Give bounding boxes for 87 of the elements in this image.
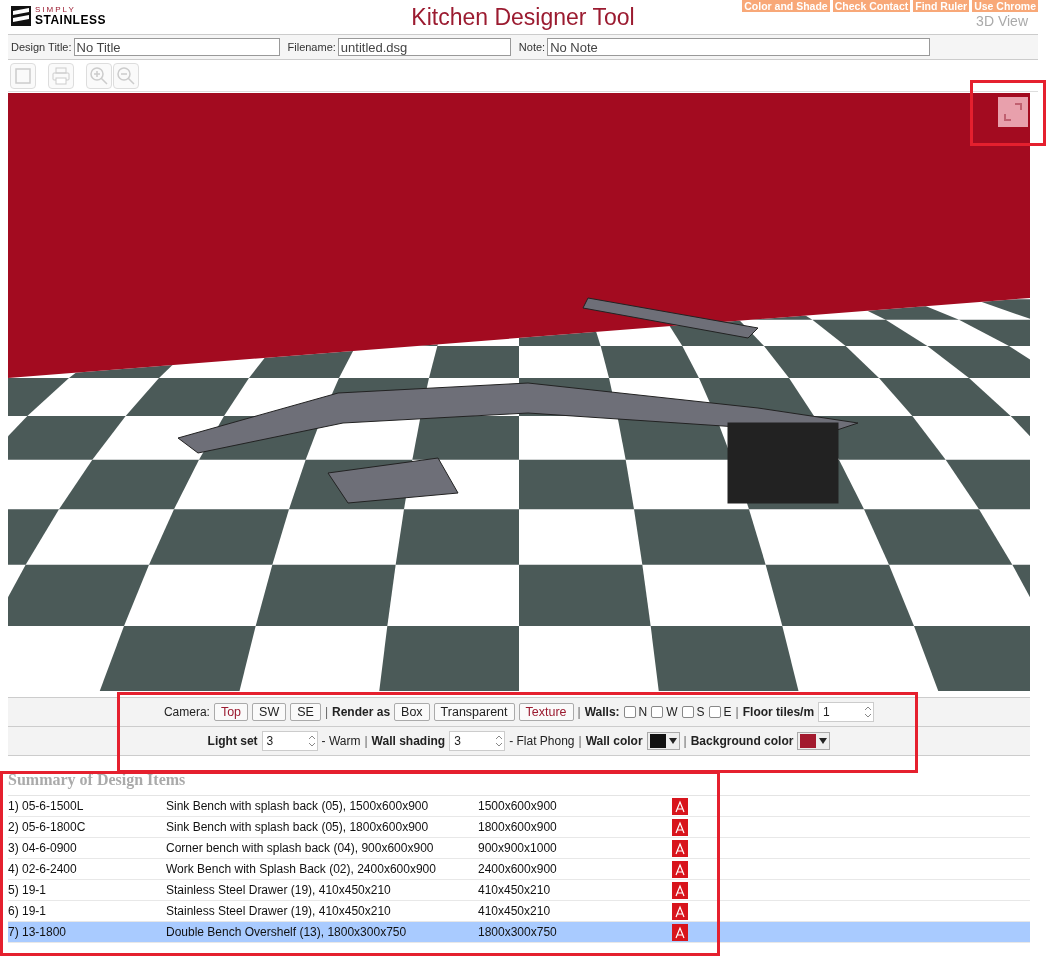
checkbox[interactable] [708,706,721,718]
table-cell-text: Stainless Steel Drawer (19), 410x450x210 [166,904,392,918]
table-row[interactable]: 3) 04-6-0900 Corner bench with splash back (04), 900x600x900 900x900x1000 [8,838,1030,859]
table-cell-text: 4) 02-6-2400 [8,862,78,876]
checkbox-label: N [638,705,648,719]
control-label: Camera: [163,705,210,719]
field-label: Note: [518,41,546,53]
logo-text: STAINLESS [35,14,106,26]
control-label: Light set [207,734,258,748]
text-field[interactable]: No Title [73,38,280,56]
expand-icon [998,97,1028,127]
table-cell-text: Double Bench Overshelf (13), 1800x300x750 [166,925,408,939]
control-label: Wall shading [371,734,446,748]
control-label: Background color [690,734,794,748]
table-cell-text: 1800x600x900 [478,820,558,834]
text-field[interactable]: No Note [547,38,931,56]
checkbox[interactable] [623,706,636,718]
separator: | [364,734,368,748]
text-field[interactable]: untitled.dsg [337,38,511,56]
table-cell-text: Work Bench with Splash Back (02), 2400x600x900 [166,862,437,876]
toggle-button[interactable]: Box [394,703,430,721]
spinner-arrows-icon [494,734,505,748]
separator: | [683,734,687,748]
table-cell-text: Sink Bench with splash back (05), 1800x600x900 [166,820,430,834]
table-cell-text: 5) 19-1 [8,883,48,897]
table-row[interactable]: 1) 05-6-1500L Sink Bench with splash back (05), 1500x600x900 1500x600x900 [8,796,1030,817]
toggle-button[interactable]: Top [213,703,249,721]
table-cell-text: 2400x600x900 [478,862,558,876]
spinner-arrows-icon [306,734,317,748]
checkbox[interactable] [681,706,694,718]
table-cell-text: Corner bench with splash back (04), 900x600x900 [166,841,435,855]
pdf-icon[interactable] [672,797,688,815]
table-cell-text: 1800x300x750 [478,925,558,939]
color-picker[interactable] [646,732,680,750]
logo-icon [11,6,31,26]
section-title: Summary of Design Items [8,771,1030,796]
toggle-button[interactable]: SE [290,703,321,721]
caret-icon [819,738,828,744]
number-field[interactable]: 3 [449,731,506,751]
checkbox-label: E [723,705,732,719]
control-label: Render as [332,705,391,719]
pdf-icon[interactable] [672,860,688,878]
number-field[interactable]: 3 [261,731,318,751]
number-field[interactable]: 1 [818,702,875,722]
color-picker[interactable] [797,732,831,750]
caret-icon [668,738,677,744]
checkbox-label: W [666,705,678,719]
separator: | [577,705,581,719]
separator: | [578,734,582,748]
table-cell-text: 3) 04-6-0900 [8,841,78,855]
separator: | [324,705,329,719]
view-label: 3D View [976,13,1028,29]
table-cell-text: 1500x600x900 [478,799,558,813]
toggle-button[interactable]: SW [252,703,287,721]
logo-text: SIMPLY [35,6,77,14]
table-cell-text: 900x900x1000 [478,841,558,855]
spinner-arrows-icon [863,705,874,719]
table-cell-text: 1) 05-6-1500L [8,799,85,813]
page-title: Kitchen Designer Tool [411,4,635,30]
control-label: Walls: [584,705,620,719]
field-label: Filename: [287,41,336,53]
control-label: Wall color [585,734,643,748]
table-cell-text: 6) 19-1 [8,904,48,918]
table-row[interactable]: 2) 05-6-1800C Sink Bench with splash back (05), 1800x600x900 1800x600x900 [8,817,1030,838]
checkbox-label: S [696,705,705,719]
pdf-icon[interactable] [672,923,688,941]
pdf-icon[interactable] [672,902,688,920]
table-row[interactable]: 4) 02-6-2400 Work Bench with Splash Back (02), 2400x600x900 2400x600x900 [8,859,1030,880]
table-cell-text: 2) 05-6-1800C [8,820,87,834]
table-cell-text: 7) 13-1800 [8,925,68,939]
table-cell-text: Sink Bench with splash back (05), 1500x600x900 [166,799,430,813]
toggle-button[interactable]: Texture [518,703,574,721]
separator: | [735,705,739,719]
field-label: Design Title: [11,41,72,53]
selected-row[interactable]: 7) 13-1800 Double Bench Overshelf (13), 1800x300x750 1800x300x750 [8,922,1030,943]
table-cell-text: 410x450x210 [478,904,552,918]
table-row[interactable]: 5) 19-1 Stainless Steel Drawer (19), 410x450x210 410x450x210 [8,880,1030,901]
pdf-icon[interactable] [672,839,688,857]
table-cell-text: Stainless Steel Drawer (19), 410x450x210 [166,883,392,897]
pdf-icon[interactable] [672,881,688,899]
toggle-button[interactable]: Transparent [433,703,515,721]
control-label: - Flat Phong [509,734,575,748]
control-label: - Warm [321,734,361,748]
table-cell-text: 410x450x210 [478,883,552,897]
pdf-icon[interactable] [672,818,688,836]
checkbox[interactable] [651,706,664,718]
control-label: Floor tiles/m [742,705,815,719]
